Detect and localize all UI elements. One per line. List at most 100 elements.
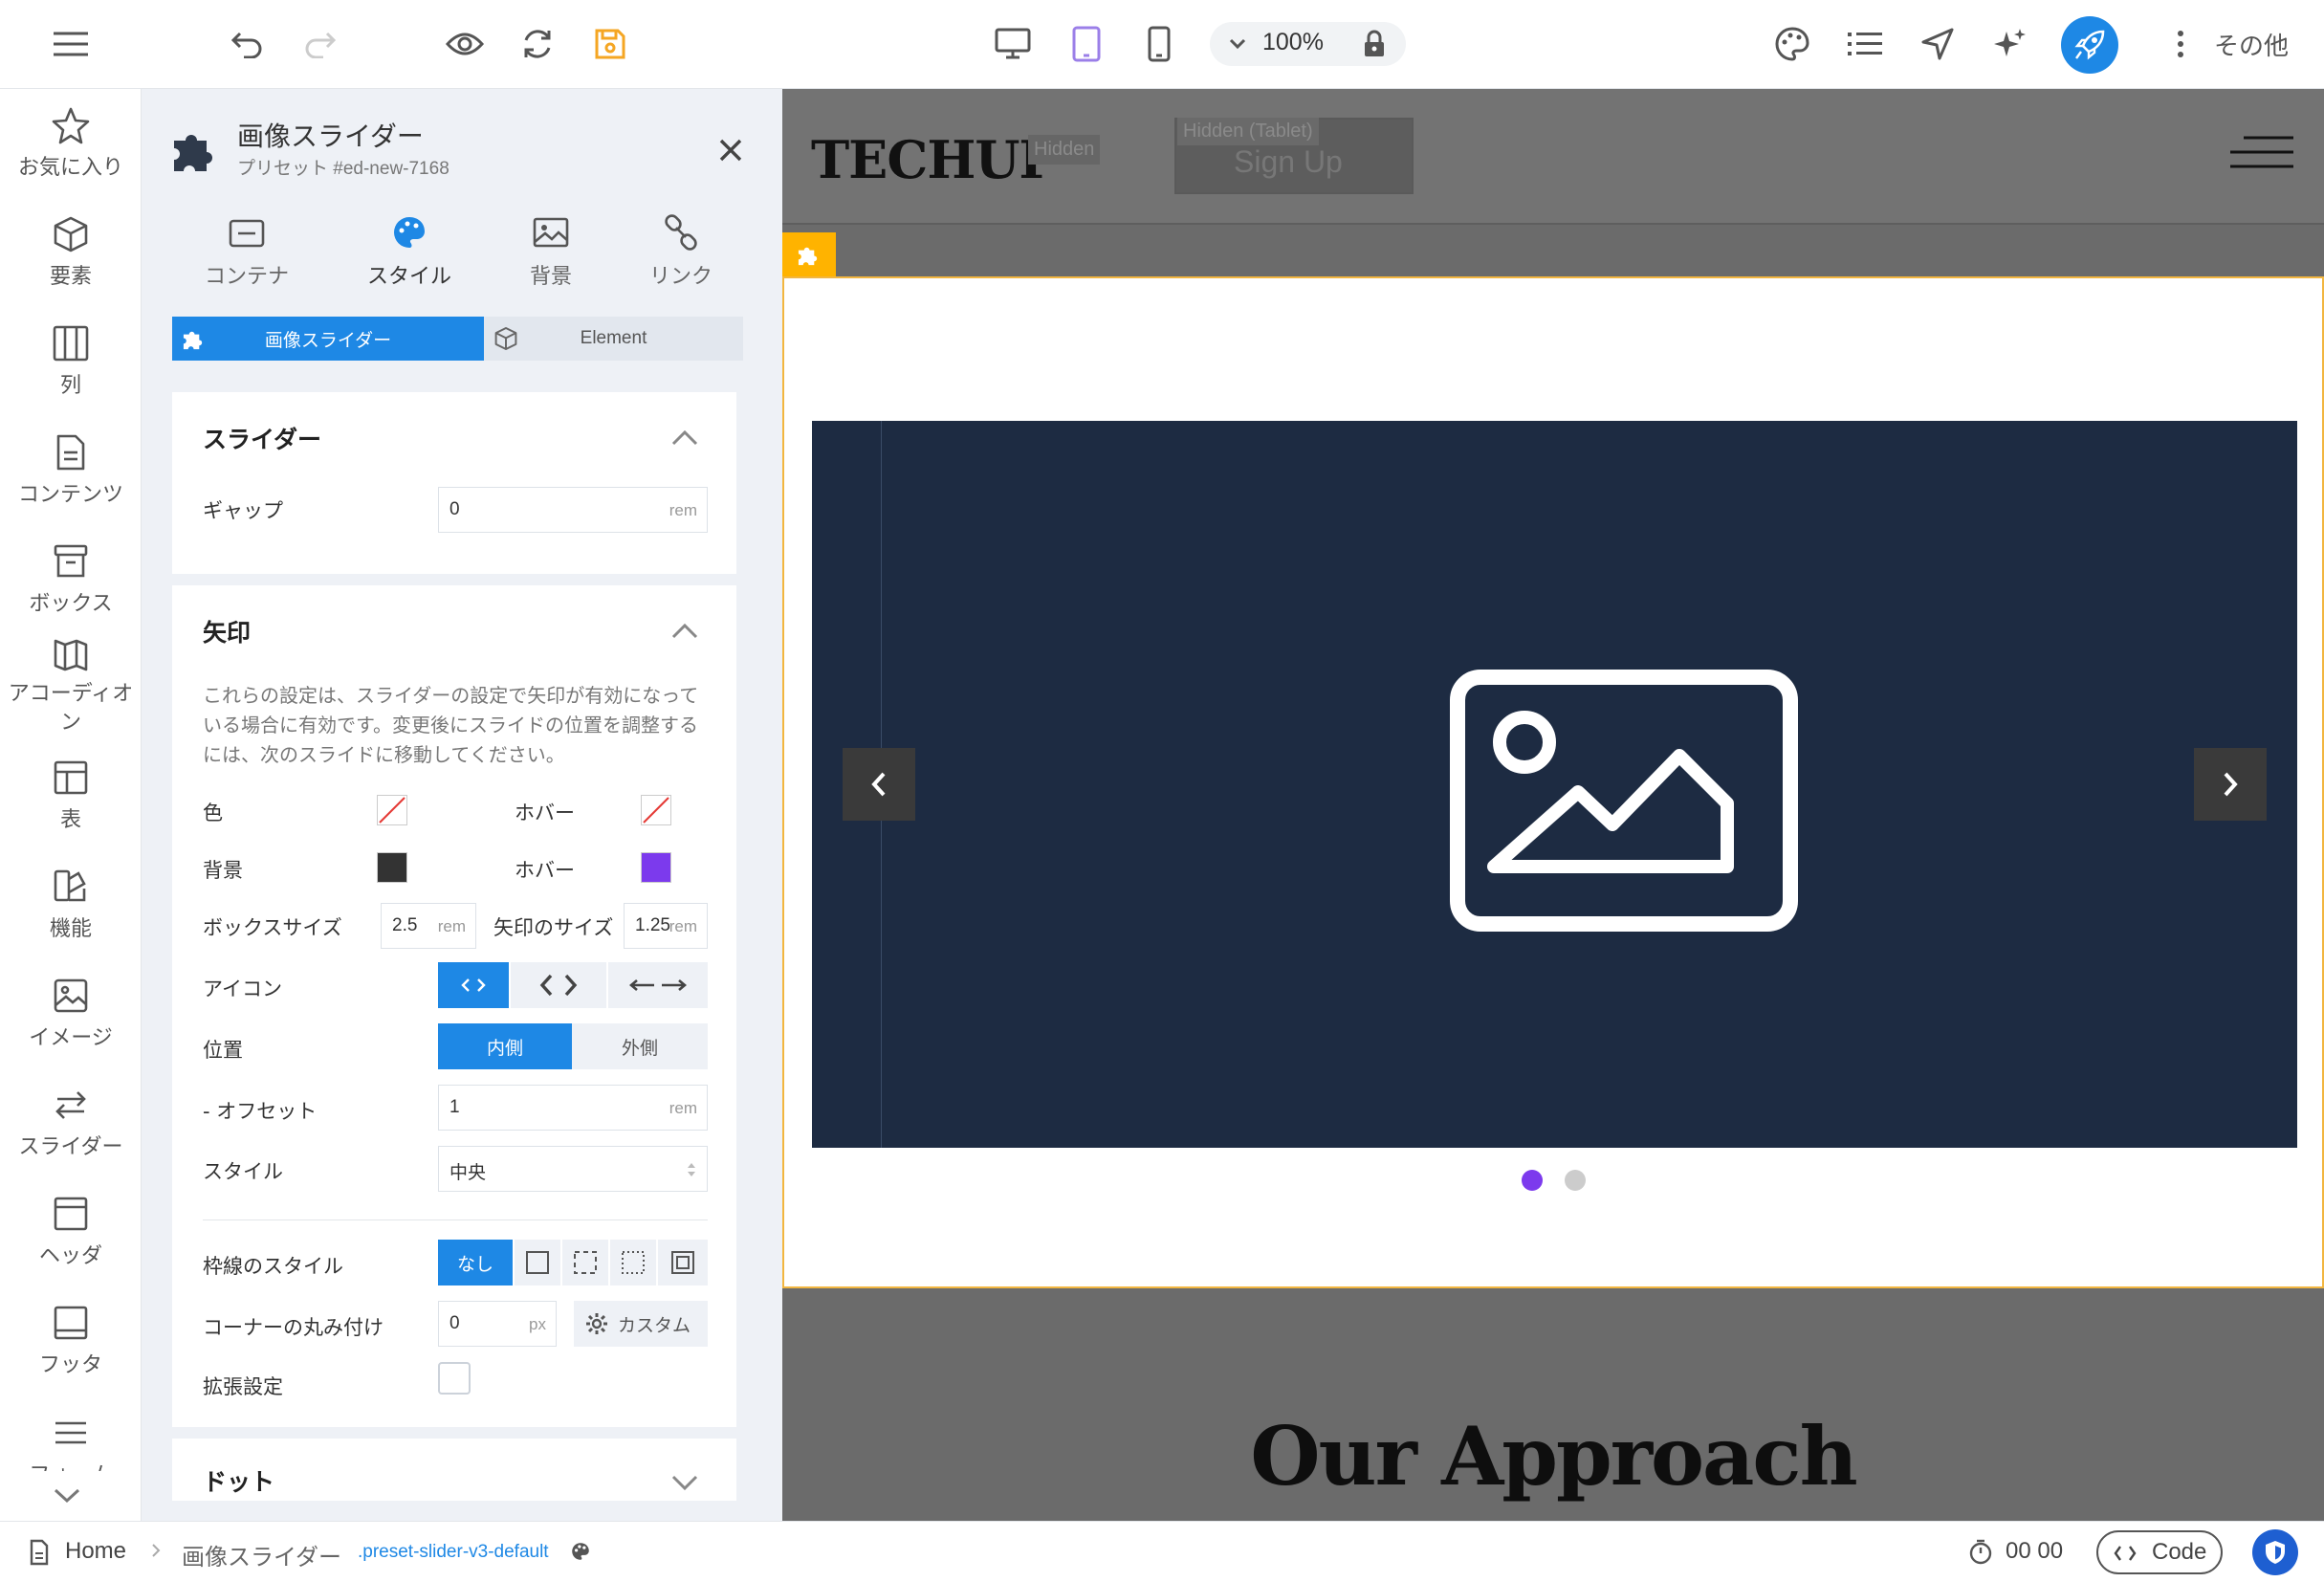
tablet-view-icon[interactable] xyxy=(1062,19,1111,69)
sidebar-item-header[interactable]: ヘッダ xyxy=(0,1195,142,1269)
breadcrumb-home[interactable]: Home xyxy=(65,1538,126,1565)
tab-background[interactable]: 背景 xyxy=(484,213,618,290)
sidebar-item-table[interactable]: 表 xyxy=(0,758,142,833)
navigation-icon[interactable] xyxy=(1913,19,1962,69)
sidebar-item-features[interactable]: 機能 xyxy=(0,868,142,942)
arrow-color-swatch[interactable] xyxy=(377,795,407,825)
sidebar-item-box[interactable]: ボックス xyxy=(0,542,142,617)
image-slider-section[interactable] xyxy=(782,276,2324,1288)
mobile-view-icon[interactable] xyxy=(1134,19,1184,69)
border-dashed-button[interactable] xyxy=(562,1240,608,1285)
sidebar-item-footer[interactable]: フッタ xyxy=(0,1304,142,1378)
tab-style[interactable]: スタイル xyxy=(342,213,476,290)
section-title: 矢印 xyxy=(203,619,252,647)
subtab-element[interactable]: Element xyxy=(484,317,743,361)
offset-input[interactable]: 1 rem xyxy=(438,1085,708,1131)
sidebar-item-favorites[interactable]: お気に入り xyxy=(0,106,142,181)
slider-prev-button[interactable] xyxy=(843,748,915,821)
custom-corner-button[interactable]: カスタム xyxy=(574,1301,708,1347)
ai-sparkle-icon[interactable] xyxy=(1985,19,2035,69)
border-dotted-button[interactable] xyxy=(610,1240,656,1285)
position-outside-button[interactable]: 外側 xyxy=(572,1023,708,1069)
sidebar-item-label: 機能 xyxy=(49,917,92,941)
icon-option-long-arrows[interactable] xyxy=(608,962,708,1008)
icon-option-angle-small[interactable] xyxy=(438,962,509,1008)
icon-label: アイコン xyxy=(203,978,282,1000)
arrow-bg-swatch[interactable] xyxy=(377,852,407,883)
image-slider[interactable] xyxy=(812,421,2297,1148)
sidebar-item-accordion[interactable]: アコーディオン xyxy=(0,636,142,737)
border-solid-button[interactable] xyxy=(515,1240,560,1285)
gap-value: 0 xyxy=(449,499,460,519)
dots-settings-card: ドット xyxy=(172,1439,736,1501)
chevron-down-icon[interactable] xyxy=(669,1467,700,1498)
image-icon xyxy=(52,977,90,1015)
chevron-up-icon[interactable] xyxy=(669,423,700,453)
code-button[interactable]: Code xyxy=(2096,1530,2223,1574)
chevron-up-icon[interactable] xyxy=(669,616,700,647)
publish-rocket-button[interactable] xyxy=(2061,16,2118,74)
breadcrumb-element[interactable]: 画像スライダー xyxy=(182,1538,341,1571)
box-size-input[interactable]: 2.5 rem xyxy=(381,903,476,949)
preview-eye-icon[interactable] xyxy=(440,19,490,69)
more-menu-label[interactable]: その他 xyxy=(2214,27,2289,62)
arrow-bg-hover-swatch[interactable] xyxy=(641,852,671,883)
sidebar-item-form[interactable]: フォーム xyxy=(0,1414,142,1471)
sidebar-item-elements[interactable]: 要素 xyxy=(0,215,142,290)
hamburger-menu-icon[interactable] xyxy=(2230,135,2293,169)
desktop-view-icon[interactable] xyxy=(988,19,1038,69)
offset-unit: rem xyxy=(669,1099,697,1117)
offset-value: 1 xyxy=(449,1097,460,1117)
slider-dot[interactable] xyxy=(1565,1170,1586,1191)
long-arrows-icon xyxy=(629,979,687,991)
save-icon[interactable] xyxy=(585,19,635,69)
refresh-icon[interactable] xyxy=(513,19,562,69)
sidebar-item-content[interactable]: コンテンツ xyxy=(0,433,142,508)
accordion-icon xyxy=(52,636,90,674)
undo-icon[interactable] xyxy=(222,19,272,69)
sidebar-item-columns[interactable]: 列 xyxy=(0,324,142,399)
selected-element-tag[interactable] xyxy=(782,232,836,276)
theme-palette-icon[interactable] xyxy=(1767,19,1817,69)
border-solid-icon xyxy=(526,1251,549,1274)
subtab-image-slider[interactable]: 画像スライダー xyxy=(172,317,484,361)
preset-class[interactable]: .preset-slider-v3-default xyxy=(358,1542,549,1563)
slider-next-button[interactable] xyxy=(2194,748,2267,821)
site-logo[interactable]: TECHUP xyxy=(811,129,1058,190)
background-image-icon xyxy=(532,213,570,252)
sidebar-item-label: 列 xyxy=(59,374,81,398)
gap-input[interactable]: 0 rem xyxy=(438,487,708,533)
scroll-down-chevron-icon[interactable] xyxy=(53,1487,81,1505)
position-inside-button[interactable]: 内側 xyxy=(438,1023,572,1069)
code-icon xyxy=(2114,1546,2137,1561)
palette-icon[interactable] xyxy=(570,1541,591,1562)
security-shield-button[interactable] xyxy=(2252,1529,2298,1575)
style-select[interactable]: 中央 xyxy=(438,1146,708,1192)
lock-icon[interactable] xyxy=(1349,19,1399,69)
chevron-down-icon[interactable] xyxy=(1213,19,1262,69)
advanced-settings-checkbox[interactable] xyxy=(438,1362,471,1395)
menu-icon[interactable] xyxy=(46,19,96,69)
corner-radius-unit: px xyxy=(529,1315,546,1333)
features-icon xyxy=(52,868,90,906)
sidebar-item-slider[interactable]: スライダー xyxy=(0,1086,142,1160)
form-icon xyxy=(52,1414,90,1452)
arrow-size-input[interactable]: 1.25 rem xyxy=(624,903,708,949)
corner-radius-input[interactable]: 0 px xyxy=(438,1301,557,1347)
slider-dot-active[interactable] xyxy=(1522,1170,1543,1191)
tab-label: リンク xyxy=(648,265,713,289)
border-style-label: 枠線のスタイル xyxy=(203,1255,343,1278)
close-icon[interactable] xyxy=(715,135,746,165)
border-none-button[interactable]: なし xyxy=(438,1240,513,1285)
more-vert-icon[interactable] xyxy=(2156,19,2205,69)
page-canvas: TECHUP Sign Up Hidden Hidden (Tablet) Ou… xyxy=(782,89,2324,1521)
list-icon[interactable] xyxy=(1840,19,1890,69)
arrow-hover-swatch[interactable] xyxy=(641,795,671,825)
border-double-button[interactable] xyxy=(658,1240,708,1285)
tab-link[interactable]: リンク xyxy=(614,213,748,290)
redo-icon[interactable] xyxy=(296,19,345,69)
sidebar-item-image[interactable]: イメージ xyxy=(0,977,142,1051)
icon-option-chevrons[interactable] xyxy=(511,962,606,1008)
angle-brackets-icon xyxy=(461,978,486,992)
tab-container[interactable]: コンテナ xyxy=(180,213,314,290)
